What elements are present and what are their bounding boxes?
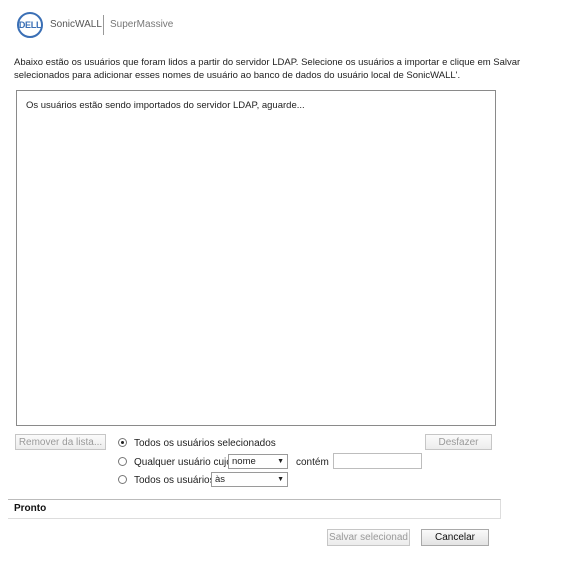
radio-any-user-whose[interactable] [118, 457, 127, 466]
remove-from-list-button[interactable]: Remover da lista... [15, 434, 106, 450]
field-select-value: nome [232, 456, 256, 467]
dell-logo: DELL [17, 12, 43, 38]
as-select-value: às [215, 474, 226, 485]
brand-divider [103, 15, 104, 35]
cancel-button[interactable]: Cancelar [421, 529, 489, 546]
status-text: Pronto [14, 503, 47, 514]
chevron-down-icon: ▼ [277, 476, 284, 483]
label-any-user-whose: Qualquer usuário cujo [134, 457, 232, 468]
radio-all-users[interactable] [118, 475, 127, 484]
loading-message: Os usuários estão sendo importados do se… [26, 100, 305, 111]
intro-text: Abaixo estão os usuários que foram lidos… [14, 57, 521, 81]
radio-all-selected[interactable] [118, 438, 127, 447]
brand-sonicwall: SonicWALL [50, 19, 102, 30]
status-bar: Pronto [8, 499, 501, 519]
label-all-selected: Todos os usuários selecionados [134, 438, 276, 449]
user-list[interactable]: Os usuários estão sendo importados do se… [16, 90, 496, 426]
label-all-users: Todos os usuários [134, 475, 215, 486]
chevron-down-icon: ▼ [277, 458, 284, 465]
as-select[interactable]: às ▼ [211, 472, 288, 487]
label-contains: contém [296, 457, 329, 468]
contains-input[interactable] [333, 453, 422, 469]
brand-supermassive: SuperMassive [110, 19, 174, 30]
undo-button[interactable]: Desfazer [425, 434, 492, 450]
save-selected-button[interactable]: Salvar selecionad [327, 529, 410, 546]
field-select[interactable]: nome ▼ [228, 454, 288, 469]
